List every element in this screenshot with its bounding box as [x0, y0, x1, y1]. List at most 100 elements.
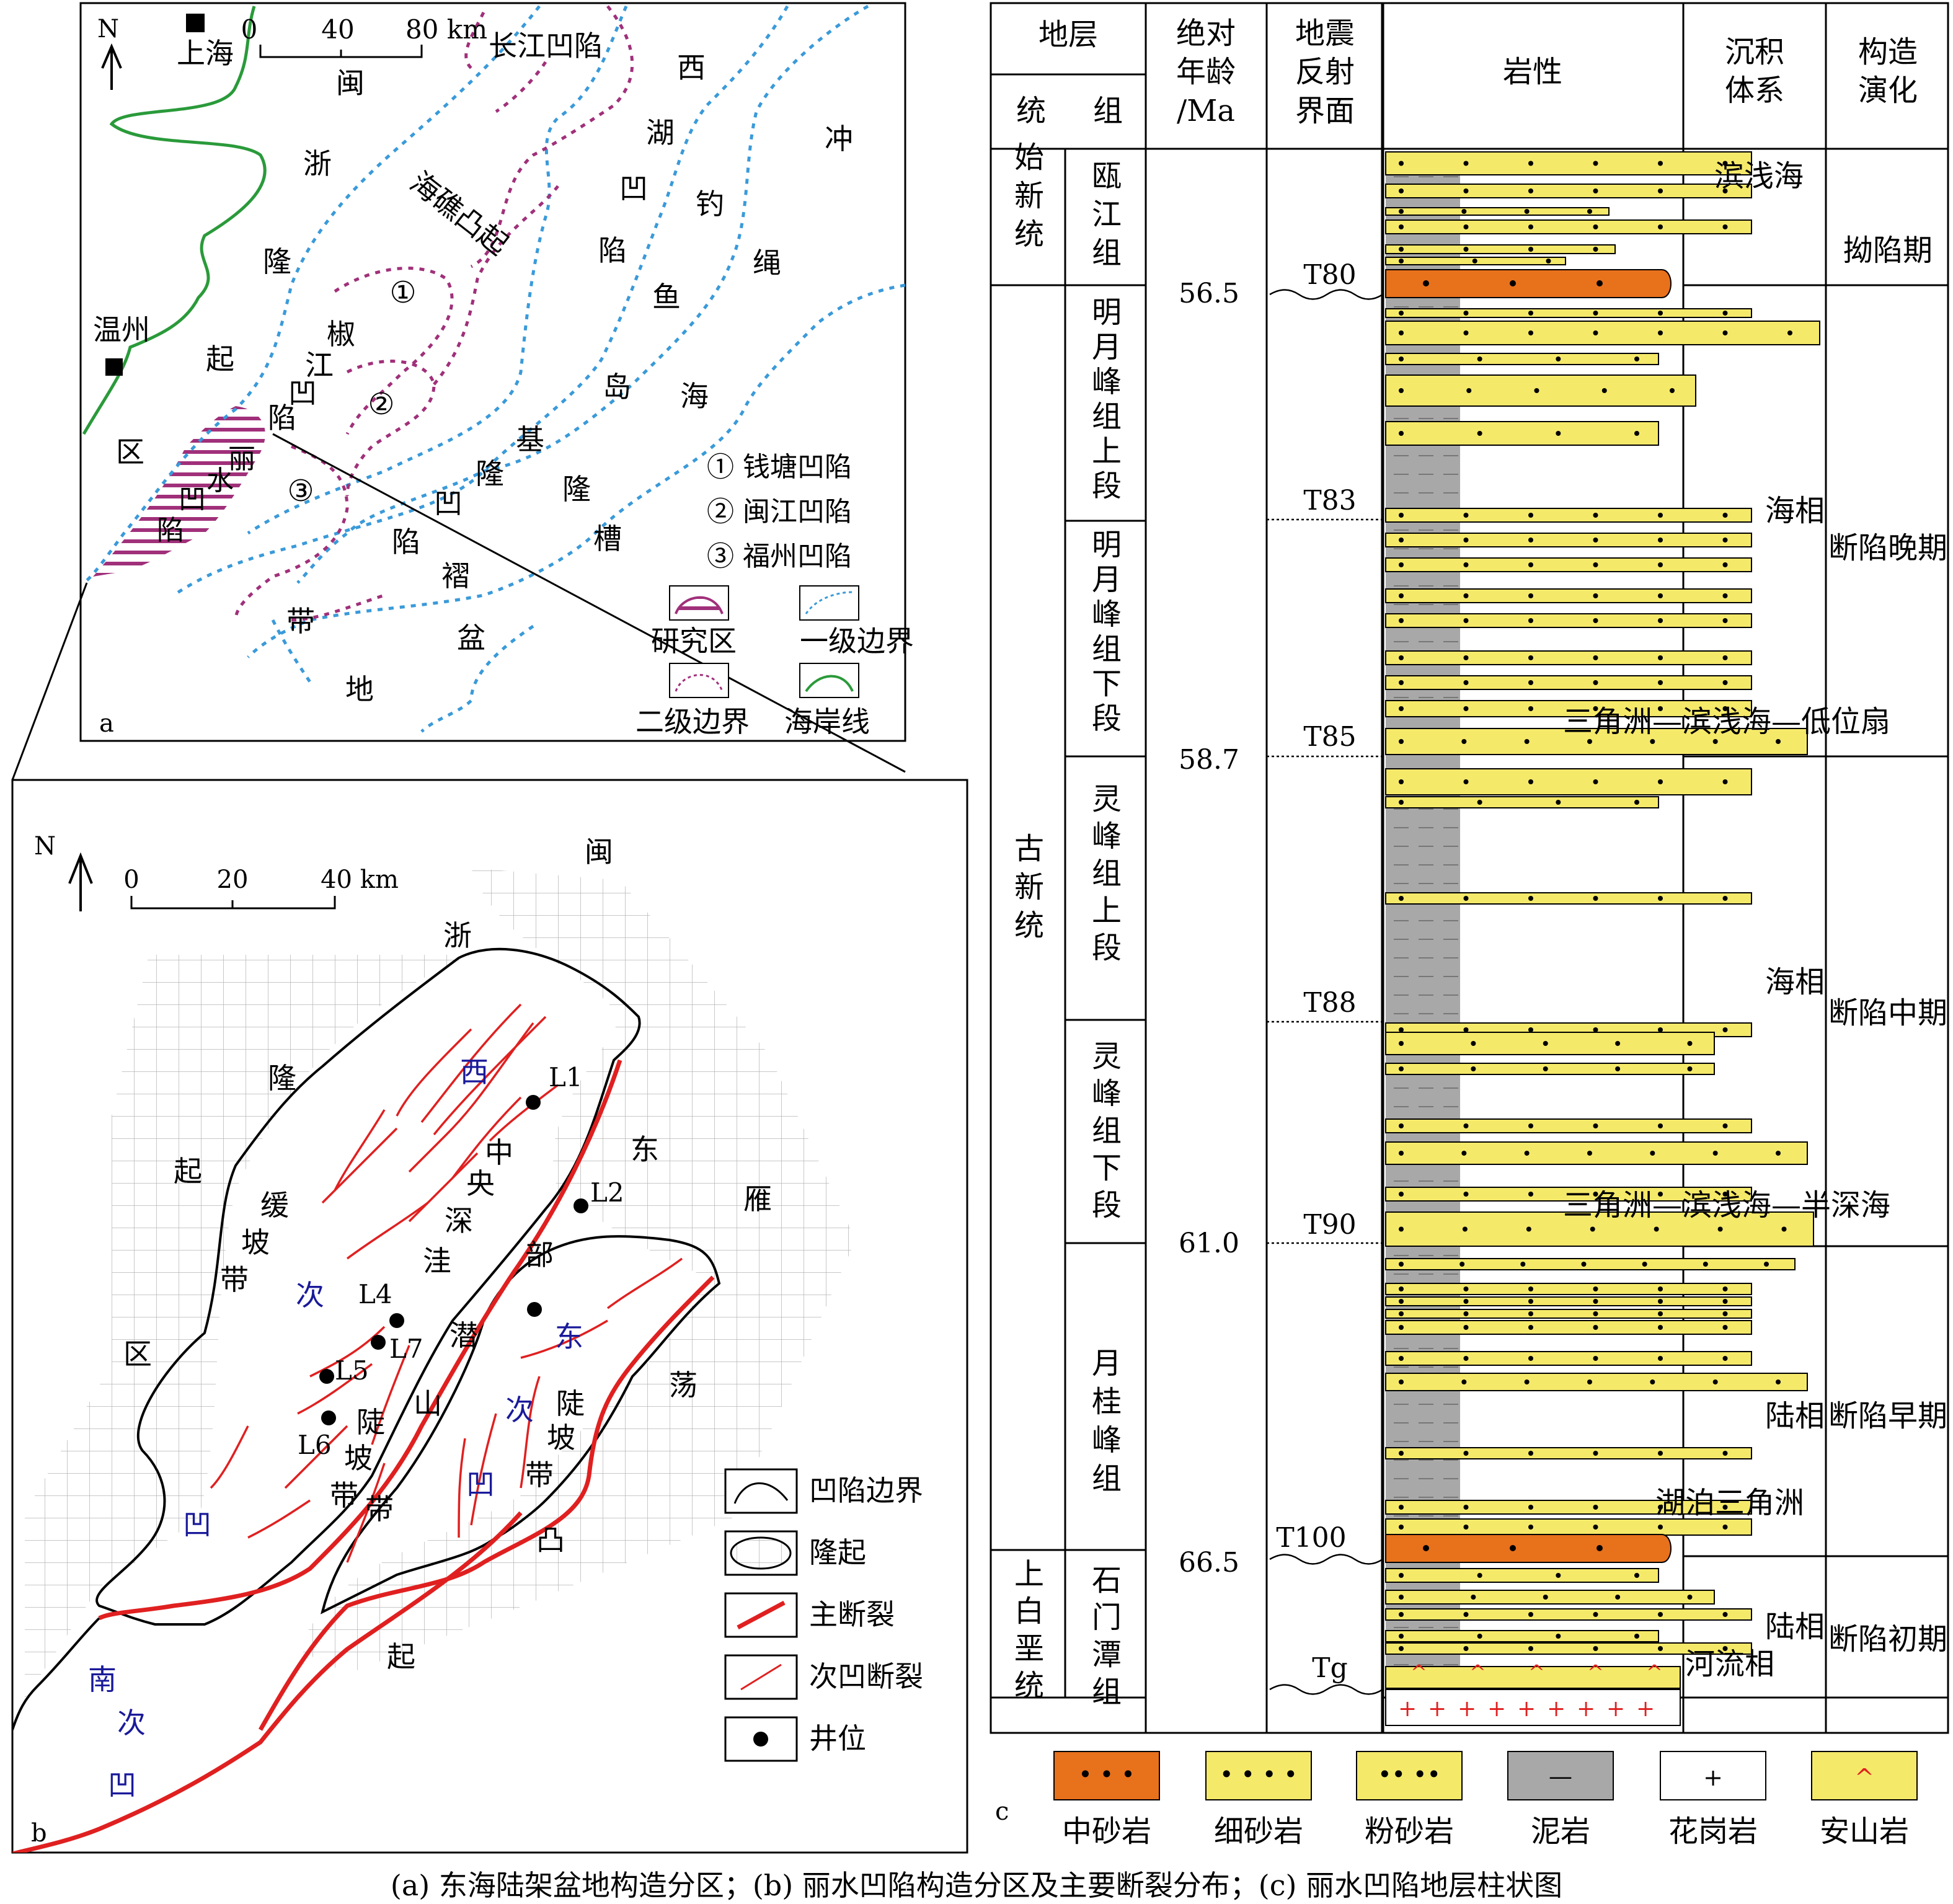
sand-dot — [1712, 739, 1718, 744]
sand-dot — [1722, 1286, 1728, 1291]
sand-dot — [1459, 1262, 1465, 1267]
svg-text:隆: 隆 — [263, 245, 291, 278]
sand-dot — [1658, 1525, 1663, 1530]
svg-text:隆: 隆 — [476, 457, 504, 490]
svg-text:缓: 缓 — [260, 1189, 289, 1222]
sand-dot — [1722, 1027, 1728, 1032]
sand-dot — [1399, 431, 1404, 436]
svg-text:陆相: 陆相 — [1765, 1399, 1825, 1433]
sand-dot — [1423, 280, 1429, 286]
sandstone-bed — [1385, 184, 1752, 198]
sand-dot — [1658, 1612, 1663, 1617]
sand-dot — [1399, 1151, 1404, 1156]
svg-text:58.7: 58.7 — [1179, 744, 1239, 776]
svg-text:断陷早期: 断陷早期 — [1828, 1399, 1947, 1433]
sand-dot — [1399, 330, 1404, 335]
sand-dot — [1528, 896, 1533, 901]
sandstone-bed — [1385, 557, 1752, 572]
svg-text:Tg: Tg — [1312, 1652, 1348, 1684]
sand-dot — [1399, 593, 1404, 598]
sand-dot — [1528, 1027, 1533, 1032]
sand-dot — [1399, 1226, 1404, 1232]
sand-dot — [1593, 896, 1598, 901]
sand-dot — [1722, 680, 1728, 685]
sand-dot — [1463, 1646, 1469, 1651]
sand-dot — [1634, 431, 1639, 436]
svg-text:80 km: 80 km — [405, 14, 487, 45]
sand-dot — [1463, 1192, 1469, 1197]
sand-dot — [1593, 161, 1598, 166]
svg-text:陷: 陷 — [268, 401, 296, 435]
sand-dot — [1658, 655, 1663, 660]
svg-text:西: 西 — [460, 1055, 489, 1089]
svg-text:沉积: 沉积 — [1725, 35, 1784, 69]
svg-text:海岸线: 海岸线 — [784, 705, 870, 738]
sand-dot — [1399, 739, 1404, 744]
sand-dot — [1528, 161, 1533, 166]
sand-dot — [1477, 800, 1482, 805]
sand-dot — [1399, 896, 1404, 901]
svg-text:西: 西 — [677, 51, 706, 84]
sand-dot — [1703, 1262, 1708, 1267]
svg-text:闽: 闽 — [585, 835, 613, 869]
sand-dot — [1524, 1379, 1530, 1384]
well-east — [527, 1302, 542, 1317]
sandstone-bed — [1385, 1630, 1659, 1642]
svg-text:• • • •: • • • • — [1220, 1761, 1298, 1788]
sand-dot — [1593, 1356, 1598, 1361]
svg-text:地震: 地震 — [1295, 16, 1355, 51]
sand-dot — [1463, 593, 1469, 598]
well-l7 — [371, 1335, 386, 1350]
svg-text:荡: 荡 — [669, 1368, 698, 1402]
sand-dot — [1399, 706, 1404, 711]
sand-dot — [1463, 1325, 1469, 1330]
sandstone-bed — [1385, 892, 1752, 905]
svg-text:陡: 陡 — [556, 1387, 585, 1420]
sand-dot — [1463, 1612, 1469, 1617]
svg-text:③: ③ — [287, 474, 314, 508]
sand-dot — [1593, 1525, 1598, 1530]
svg-text:坡: 坡 — [547, 1421, 575, 1455]
lithology-legend: • • • • • • • •• •• — + ^ 中砂岩 细砂岩 粉砂岩 泥岩… — [1053, 1751, 1918, 1849]
svg-text:深: 深 — [445, 1204, 473, 1238]
sand-dot — [1712, 1151, 1718, 1156]
svg-text:一级边界: 一级边界 — [800, 624, 914, 658]
svg-text:二级边界: 二级边界 — [636, 705, 750, 738]
svg-text:水: 水 — [206, 465, 234, 497]
sand-dot — [1399, 779, 1404, 784]
sand-dot — [1590, 1226, 1595, 1232]
svg-text:区: 区 — [116, 435, 144, 469]
svg-text:盆: 盆 — [457, 621, 485, 655]
sand-dot — [1658, 224, 1663, 229]
granite-symbol: + — [1487, 1696, 1506, 1722]
sand-dot — [1722, 593, 1728, 598]
sandstone-bed — [1385, 675, 1752, 690]
sand-dot — [1722, 1612, 1728, 1617]
svg-text:起: 起 — [387, 1640, 415, 1673]
sand-dot — [1722, 896, 1728, 901]
sand-dot — [1596, 280, 1603, 286]
svg-text:20: 20 — [217, 866, 249, 894]
svg-text:凹: 凹 — [179, 484, 206, 515]
sand-dot — [1463, 224, 1469, 229]
svg-text:陆相: 陆相 — [1765, 1610, 1825, 1644]
sand-dot — [1399, 1573, 1404, 1578]
sand-dot — [1528, 1451, 1533, 1456]
andesite-symbol: ^ — [1646, 1660, 1663, 1684]
sand-dot — [1593, 311, 1598, 316]
sand-dot — [1399, 247, 1404, 252]
sand-dot — [1528, 1311, 1533, 1316]
sandstone-bed — [1385, 796, 1659, 808]
sand-dot — [1399, 224, 1404, 229]
svg-text:N: N — [97, 15, 119, 43]
svg-text:③ 福州凹陷: ③ 福州凹陷 — [707, 541, 852, 572]
panel-c-letter: c — [995, 1797, 1009, 1826]
sand-dot — [1776, 739, 1781, 744]
svg-text:L6: L6 — [298, 1430, 332, 1460]
svg-text:粉砂岩: 粉砂岩 — [1365, 1814, 1454, 1849]
sandstone-bed — [1385, 650, 1752, 665]
sand-dot — [1528, 593, 1533, 598]
sand-dot — [1776, 1151, 1781, 1156]
sand-dot — [1399, 800, 1404, 805]
panel-a-letter: a — [99, 709, 114, 738]
